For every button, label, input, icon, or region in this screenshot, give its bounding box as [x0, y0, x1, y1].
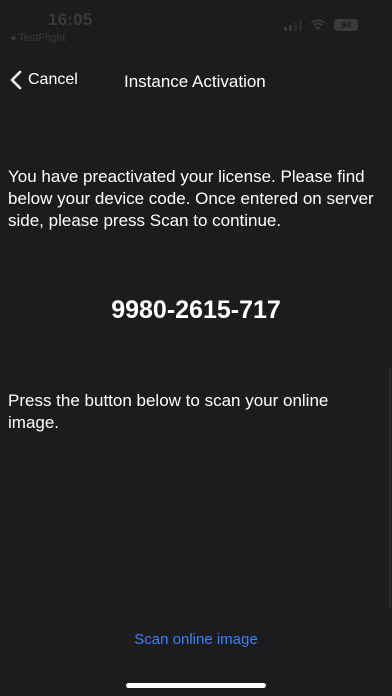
status-time: 16:05	[48, 10, 93, 29]
cellular-signal-icon	[284, 19, 302, 31]
chevron-left-icon	[10, 70, 22, 90]
device-code: 9980-2615-717	[111, 296, 281, 324]
battery-icon: 94	[334, 19, 358, 31]
status-bar: 16:05 ◂ TestFlight 94	[0, 0, 392, 44]
cancel-button[interactable]: Cancel	[10, 70, 78, 90]
scroll-indicator	[389, 368, 391, 608]
home-indicator[interactable]	[126, 683, 266, 688]
back-to-app-link[interactable]: ◂ TestFlight	[10, 31, 65, 44]
navigation-bar: Cancel Instance Activation	[0, 60, 392, 104]
page-title: Instance Activation	[124, 72, 266, 91]
license-info-text: You have preactivated your license. Plea…	[8, 167, 374, 230]
status-indicators: 94	[284, 19, 358, 31]
wifi-icon	[310, 19, 326, 30]
scan-instruction-text: Press the button below to scan your onli…	[8, 391, 329, 432]
scan-online-image-button[interactable]: Scan online image	[0, 630, 392, 649]
cancel-label: Cancel	[28, 71, 78, 88]
